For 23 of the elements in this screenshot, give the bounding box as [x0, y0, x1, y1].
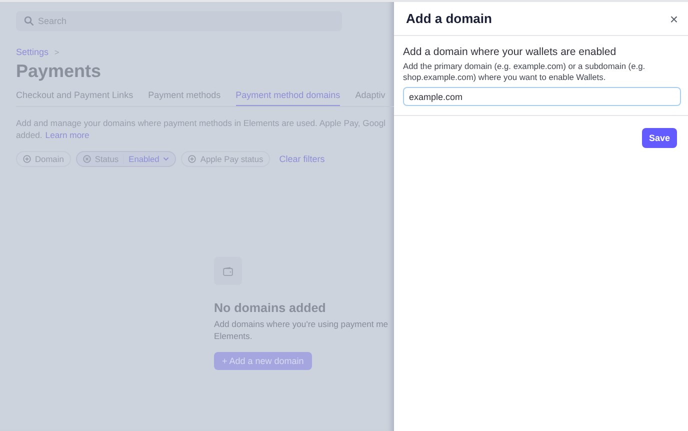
plus-icon	[188, 155, 196, 163]
form-heading: Add a domain where your wallets are enabled	[403, 46, 618, 58]
tab[interactable]: Payment method domains	[236, 90, 340, 106]
plus-icon	[23, 155, 31, 163]
save-button[interactable]: Save	[642, 128, 677, 148]
caret-icon	[163, 157, 170, 161]
empty-state-text: Add domains where you're using payment me	[214, 318, 390, 330]
tab[interactable]: Checkout and Payment Links	[16, 90, 134, 106]
empty-state-text: Elements.	[214, 330, 254, 342]
domain-input-field[interactable]: example.com	[403, 87, 681, 106]
empty-state-title: No domains added	[214, 301, 327, 315]
tab[interactable]: Adaptiv	[355, 90, 386, 106]
breadcrumb-separator: >	[54, 48, 60, 56]
page-title: Payments	[16, 61, 102, 82]
form-help-text: Add the primary domain (e.g. example.com) or a subdomain (e.g. shop.example.com) where you want to enable Wallets.	[403, 61, 646, 82]
panel-title: Add a domain	[406, 11, 492, 26]
tab[interactable]: Payment methods	[148, 90, 221, 106]
wallet-icon	[223, 266, 233, 276]
close-button[interactable]: ×	[670, 12, 678, 26]
learn-more-link[interactable]: Learn more	[45, 129, 90, 141]
clear-icon	[82, 155, 91, 163]
breadcrumb-link[interactable]: Settings	[16, 47, 49, 57]
clear-filters-link[interactable]: Clear filters	[279, 154, 325, 164]
